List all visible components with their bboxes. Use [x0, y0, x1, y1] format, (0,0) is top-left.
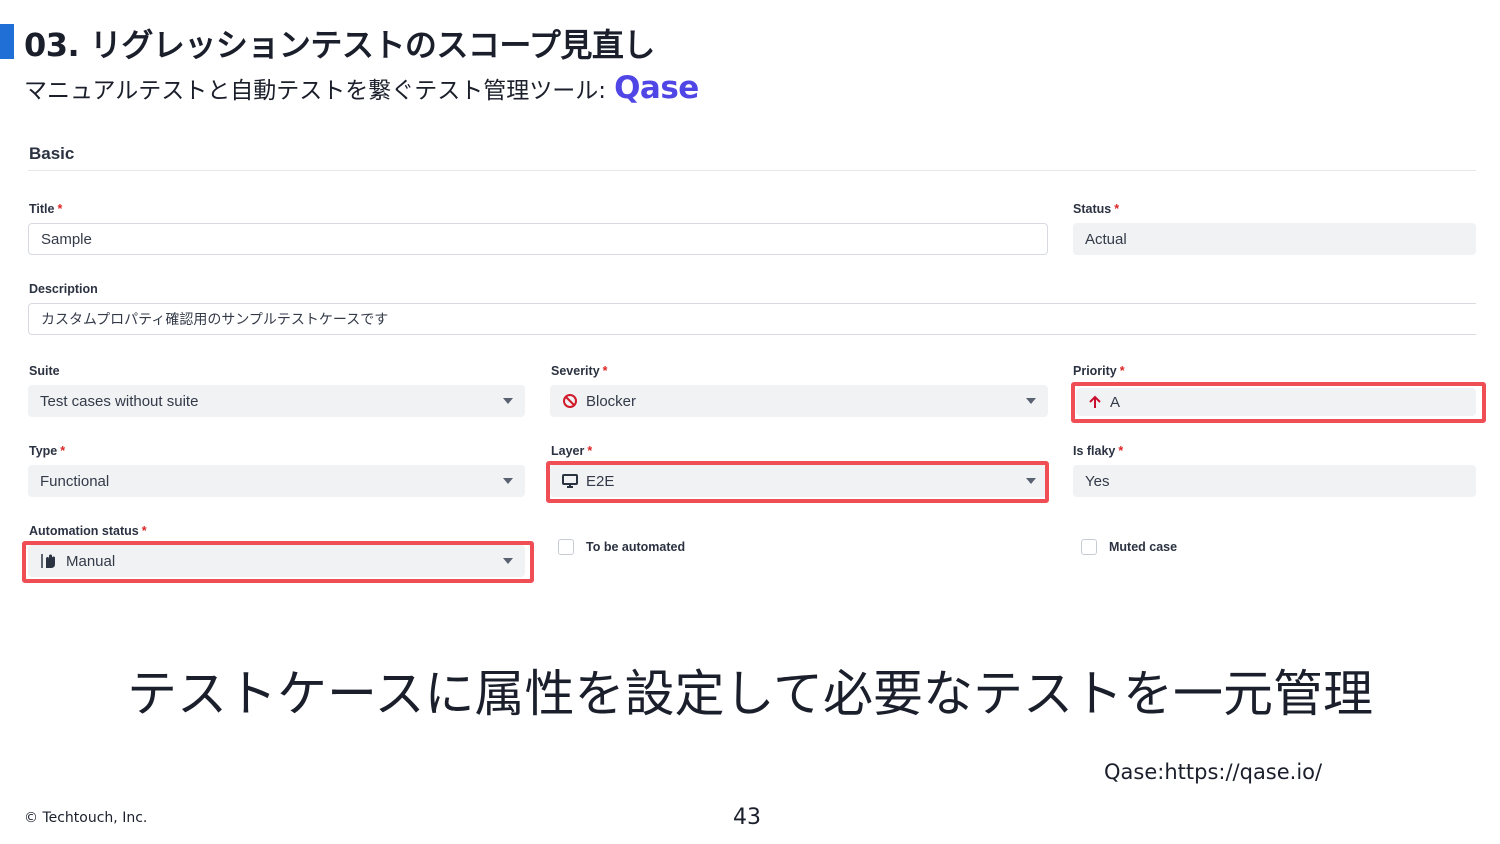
is-flaky-label: Is flaky *: [1073, 444, 1124, 458]
basic-form: Basic Title * Sample Status * Actual Descr…: [22, 138, 1486, 598]
suite-select[interactable]: Test cases without suite: [28, 385, 525, 417]
to-be-automated-checkbox-row[interactable]: To be automated: [558, 539, 685, 555]
page-number: 43: [733, 805, 761, 830]
type-label: Type *: [29, 444, 66, 458]
section-title: Basic: [29, 144, 75, 163]
is-flaky-select[interactable]: Yes: [1073, 465, 1476, 497]
priority-label: Priority *: [1073, 364, 1125, 378]
chevron-down-icon: [1026, 398, 1036, 404]
blocker-icon: [562, 393, 578, 409]
muted-case-checkbox-row[interactable]: Muted case: [1081, 539, 1177, 555]
automation-status-highlight: [22, 541, 534, 583]
automation-status-label: Automation status *: [29, 524, 147, 538]
to-be-automated-label: To be automated: [586, 540, 686, 554]
to-be-automated-checkbox[interactable]: [558, 539, 574, 555]
page-subtitle: マニュアルテストと自動テストを繋ぐテスト管理ツール: Qase: [24, 70, 699, 106]
subtitle-text: マニュアルテストと自動テストを繋ぐテスト管理ツール:: [24, 78, 607, 104]
status-label: Status *: [1073, 202, 1120, 216]
priority-highlight: [1071, 382, 1486, 423]
muted-case-label: Muted case: [1109, 540, 1178, 554]
description-label: Description: [29, 282, 98, 296]
status-select[interactable]: Actual: [1073, 223, 1476, 255]
qase-logo: Qase: [614, 70, 699, 106]
severity-label: Severity *: [551, 364, 608, 378]
headline: テストケースに属性を設定して必要なテストを一元管理: [127, 665, 1373, 723]
layer-label: Layer *: [551, 444, 593, 458]
muted-case-checkbox[interactable]: [1081, 539, 1097, 555]
chevron-down-icon: [503, 398, 513, 404]
section-divider: [28, 170, 1476, 171]
source-note: Qase:https://qase.io/: [1104, 760, 1323, 784]
description-input[interactable]: カスタムプロパティ確認用のサンプルテストケースです: [28, 303, 1476, 335]
page-title: 03. リグレッションテストのスコープ見直し: [24, 26, 655, 64]
title-label: Title *: [29, 202, 63, 216]
severity-select[interactable]: Blocker: [550, 385, 1048, 417]
layer-highlight: [546, 461, 1049, 503]
suite-label: Suite: [29, 364, 60, 378]
title-input[interactable]: Sample: [28, 223, 1048, 255]
type-select[interactable]: Functional: [28, 465, 525, 497]
chevron-down-icon: [503, 478, 513, 484]
title-accent-bar: [0, 24, 14, 59]
copyright: © Techtouch, Inc.: [24, 810, 148, 826]
